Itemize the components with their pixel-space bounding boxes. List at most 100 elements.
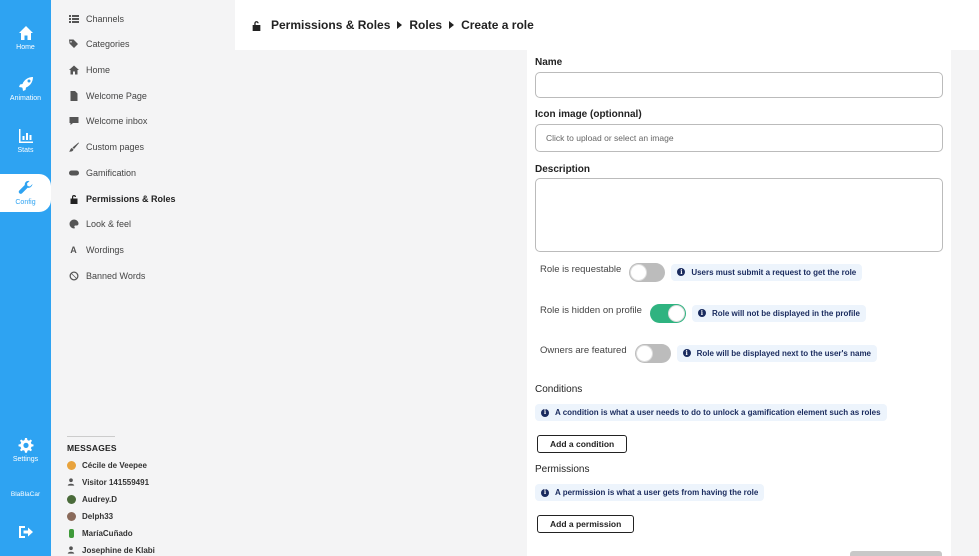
permissions-info: i A permission is what a user gets from … — [535, 484, 765, 501]
message-item[interactable]: Delph33 — [67, 510, 113, 522]
user-icon — [67, 546, 76, 554]
toggle-knob — [630, 263, 648, 281]
hidden-row: Role is hidden on profile i Role will not… — [540, 302, 866, 324]
rail-animation[interactable]: Animation — [0, 67, 51, 111]
rail-settings[interactable]: Settings — [0, 428, 51, 472]
menu-item-look-feel[interactable]: Look & feel — [68, 217, 131, 231]
avatar — [67, 494, 76, 504]
menu-item-wordings[interactable]: A Wordings — [68, 243, 124, 257]
toggle-knob — [667, 304, 685, 322]
info-icon: i — [541, 408, 549, 417]
ban-icon — [68, 271, 79, 282]
rail-logout[interactable] — [0, 510, 51, 554]
breadcrumb-caret-icon — [397, 21, 403, 29]
menu-item-channels[interactable]: Channels — [68, 12, 124, 26]
message-item[interactable]: Cécile de Veepee — [67, 459, 147, 471]
menu-item-label: Banned Words — [86, 271, 146, 281]
menu-item-banned-words[interactable]: Banned Words — [68, 269, 145, 283]
requestable-label: Role is requestable — [540, 263, 622, 275]
breadcrumb-permissions-roles[interactable]: Permissions & Roles — [271, 18, 390, 32]
brand-label: BlaBlaCar — [10, 491, 41, 498]
gear-icon — [18, 438, 33, 453]
avatar — [67, 460, 76, 470]
wrench-icon — [18, 180, 32, 194]
message-item[interactable]: Audrey.D — [67, 493, 117, 505]
menu-item-label: Permissions & Roles — [86, 194, 176, 204]
requestable-info-text: Users must submit a request to get the r… — [691, 267, 857, 277]
message-item[interactable]: Visitor 141559491 — [67, 476, 149, 488]
info-icon: i — [682, 349, 691, 357]
list-icon — [68, 14, 79, 25]
message-item[interactable]: MaríaCuñado — [67, 527, 133, 539]
file-icon — [68, 91, 79, 102]
menu-item-custom-pages[interactable]: Custom pages — [68, 140, 144, 154]
rail-home-label: Home — [16, 44, 35, 51]
rail-stats-label: Stats — [17, 147, 34, 154]
rocket-icon — [18, 77, 33, 91]
avatar — [69, 528, 74, 538]
menu-item-label: Categories — [86, 39, 130, 49]
menu-item-permissions-roles[interactable]: Permissions & Roles — [68, 192, 176, 206]
menu-item-categories[interactable]: Categories — [68, 37, 130, 51]
owners-row: Owners are featured i Role will be displa… — [540, 342, 878, 364]
tags-icon — [68, 39, 79, 50]
rail-animation-label: Animation — [9, 95, 42, 102]
unlock-icon — [252, 20, 261, 31]
description-label: Description — [535, 164, 591, 175]
rail-brand[interactable]: BlaBlaCar — [0, 471, 51, 515]
breadcrumb-caret-icon — [449, 21, 455, 29]
rail-config[interactable]: Config — [0, 174, 51, 212]
requestable-info: i Users must submit a request to get the … — [671, 263, 863, 281]
permissions-title: Permissions — [535, 464, 590, 475]
config-menu: Channels Categories Home Welcome Page We… — [51, 0, 235, 556]
rail-stats[interactable]: Stats — [0, 119, 51, 163]
hidden-info: i Role will not be displayed in the profi… — [691, 304, 866, 322]
menu-item-welcome-inbox[interactable]: Welcome inbox — [68, 114, 147, 128]
conditions-info-text: A condition is what a user needs to do t… — [555, 408, 881, 417]
add-condition-button[interactable]: Add a condition — [537, 435, 628, 453]
message-name: Visitor 141559491 — [82, 477, 150, 487]
owners-toggle[interactable] — [634, 343, 671, 363]
rail-home[interactable]: Home — [0, 16, 51, 60]
icon-rail: Home Animation Stats Config Settings Bla… — [0, 0, 51, 556]
icon-image-label: Icon image (optionnal) — [535, 109, 642, 120]
conditions-info: i A condition is what a user needs to do… — [535, 404, 887, 421]
submit-button[interactable] — [850, 551, 942, 556]
menu-item-label: Welcome Page — [86, 91, 147, 101]
breadcrumb-create-role: Create a role — [461, 18, 534, 32]
message-name: Delph33 — [82, 511, 114, 521]
requestable-toggle[interactable] — [629, 262, 666, 282]
home-icon — [68, 65, 79, 76]
menu-item-gamification[interactable]: Gamification — [68, 166, 136, 180]
info-icon: i — [677, 268, 686, 276]
conditions-title: Conditions — [535, 384, 583, 395]
menu-item-home[interactable]: Home — [68, 63, 110, 77]
message-name: Josephine de Klabi — [82, 545, 155, 555]
gamepad-icon — [68, 168, 79, 179]
name-input[interactable] — [535, 72, 943, 98]
add-permission-button[interactable]: Add a permission — [537, 515, 635, 533]
permissions-info-text: A permission is what a user gets from ha… — [555, 488, 759, 497]
message-name: Audrey.D — [82, 494, 117, 504]
menu-item-label: Channels — [86, 14, 125, 24]
menu-item-label: Gamification — [86, 168, 137, 178]
messages-divider — [67, 436, 115, 437]
page-header: Permissions & Roles Roles Create a role — [235, 0, 979, 50]
user-icon — [67, 478, 76, 486]
message-name: Cécile de Veepee — [82, 460, 147, 470]
icon-image-placeholder: Click to upload or select an image — [546, 133, 674, 143]
menu-item-welcome-page[interactable]: Welcome Page — [68, 89, 147, 103]
icon-image-input[interactable]: Click to upload or select an image — [535, 124, 943, 152]
hidden-toggle[interactable] — [649, 303, 686, 323]
create-role-form: Name Icon image (optionnal) Click to upl… — [527, 50, 951, 556]
message-item[interactable]: Josephine de Klabi — [67, 544, 155, 556]
info-icon: i — [697, 309, 706, 317]
messages-title: MESSAGES — [67, 443, 117, 453]
menu-item-label: Welcome inbox — [86, 116, 148, 126]
owners-label: Owners are featured — [540, 344, 627, 356]
font-icon: A — [70, 245, 77, 255]
requestable-row: Role is requestable i Users must submit a… — [540, 261, 863, 283]
description-textarea[interactable] — [535, 178, 943, 252]
home-icon — [18, 26, 33, 40]
breadcrumb-roles[interactable]: Roles — [409, 18, 442, 32]
